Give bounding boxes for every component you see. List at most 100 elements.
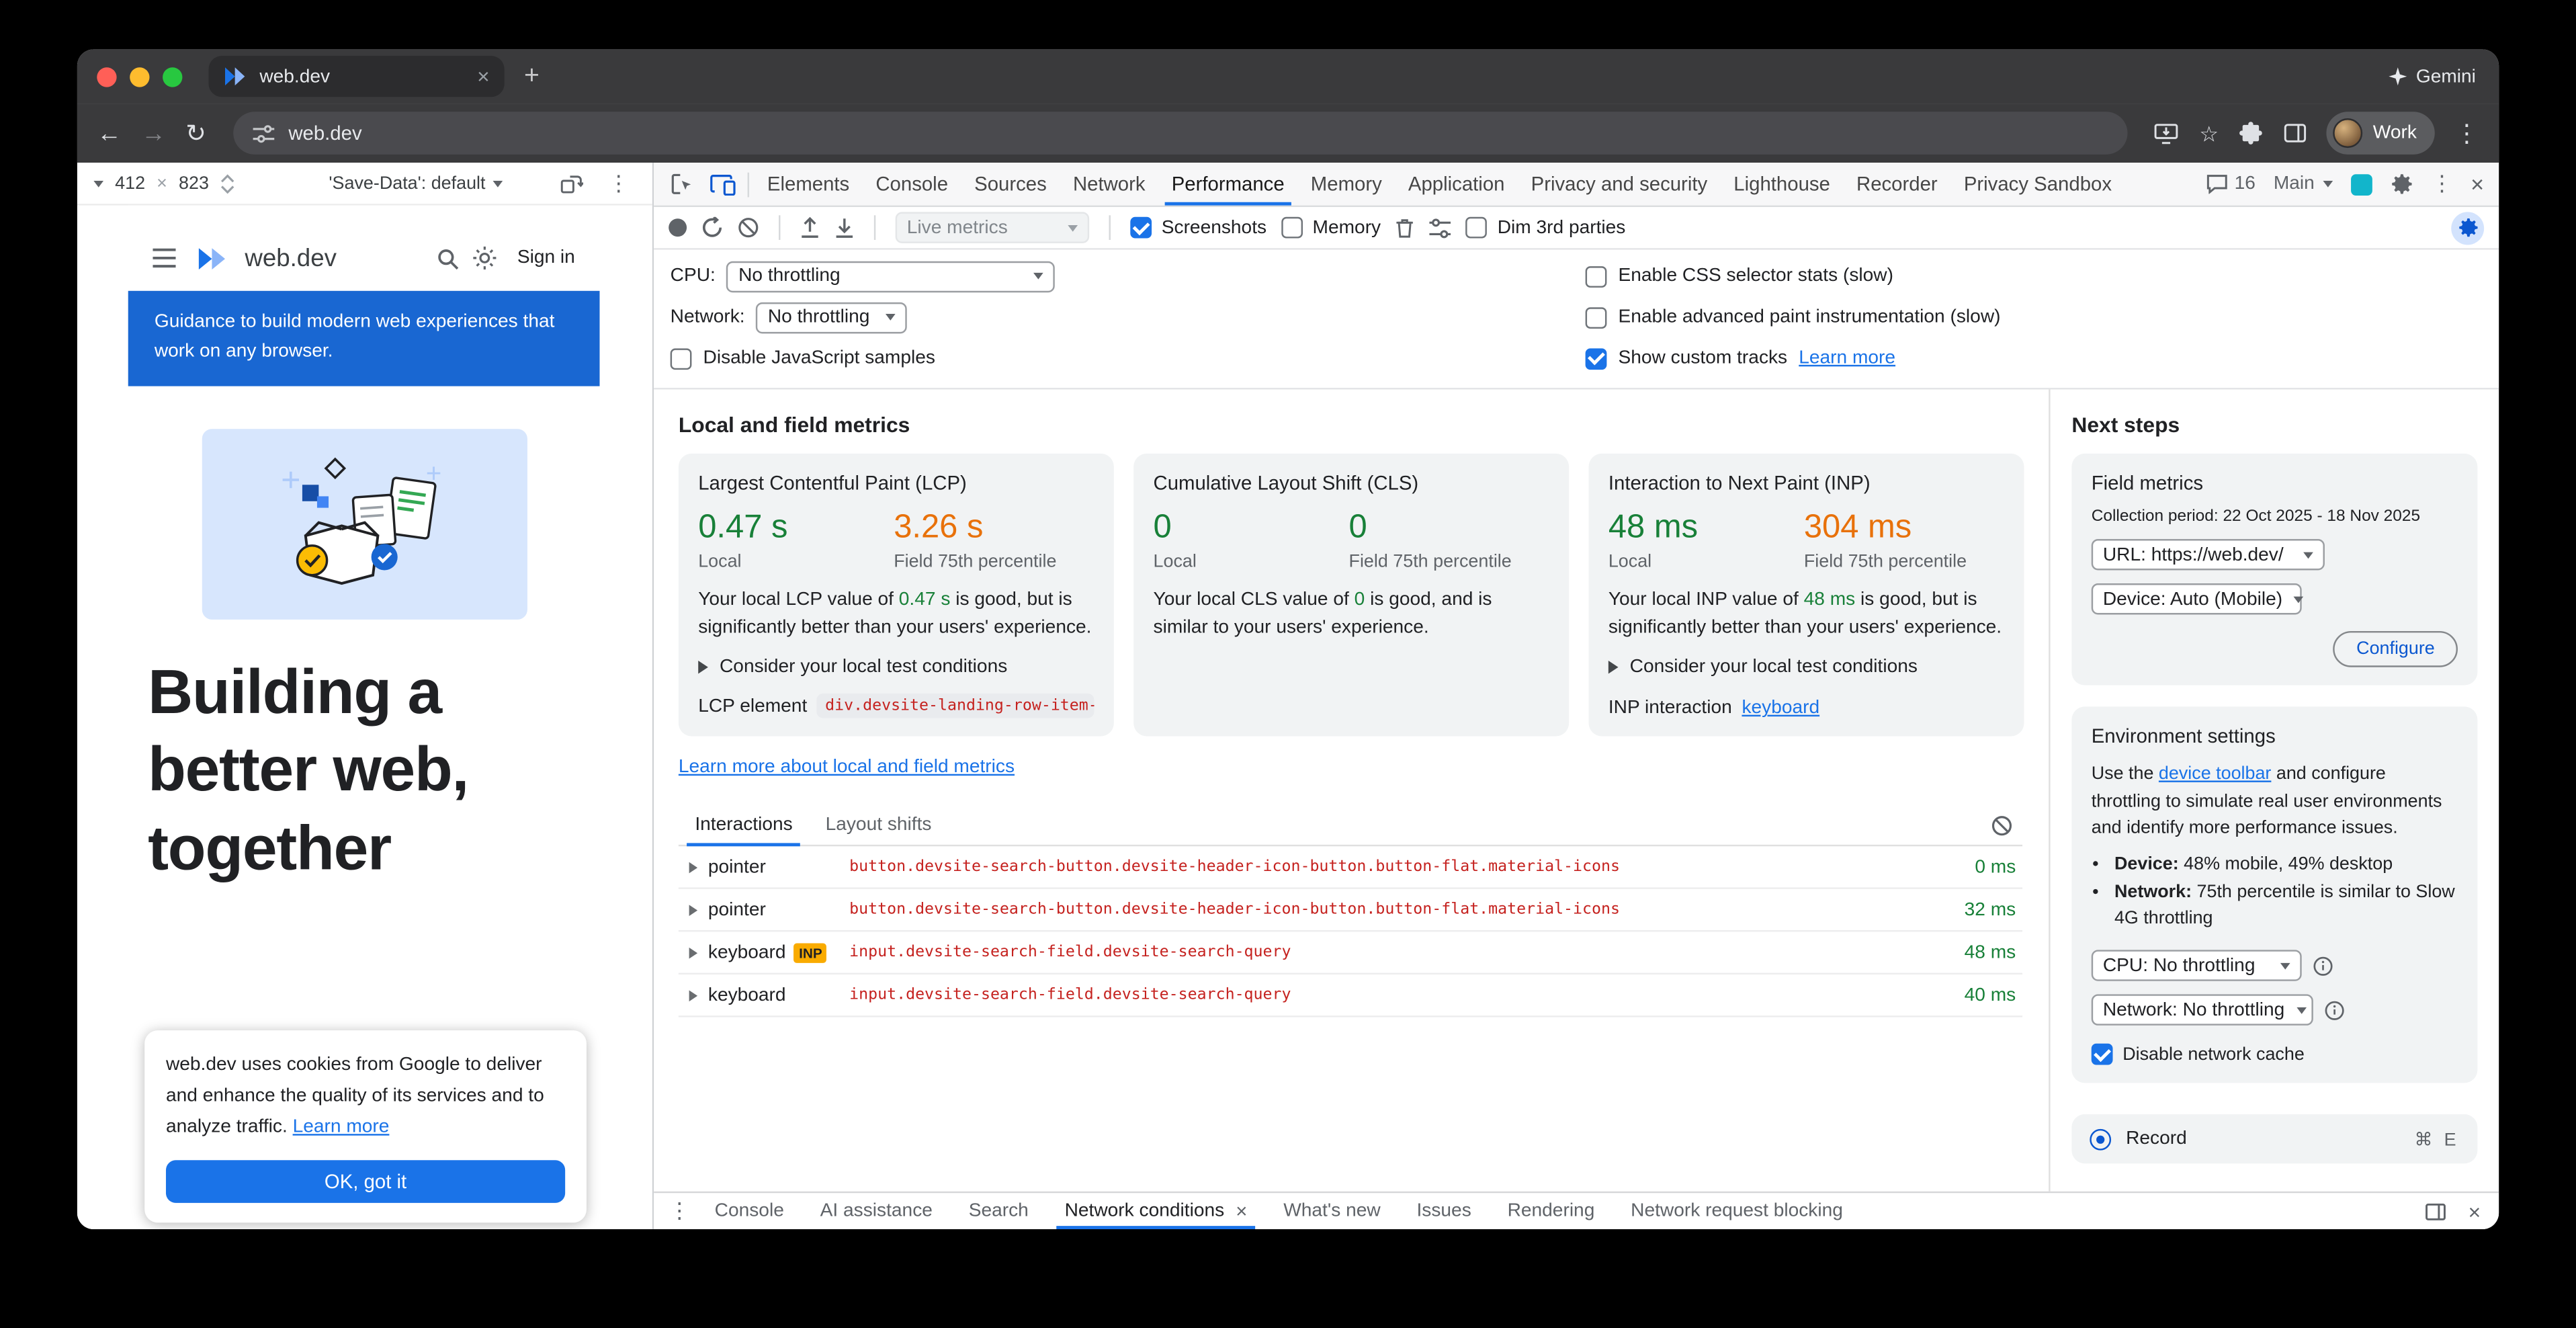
disable-network-cache-checkbox[interactable] bbox=[2092, 1044, 2113, 1065]
record-action[interactable]: Record ⌘ E bbox=[2071, 1115, 2477, 1164]
tab-application[interactable]: Application bbox=[1395, 163, 1518, 206]
tab-privacy-and-security[interactable]: Privacy and security bbox=[1518, 163, 1721, 206]
row-expander-icon[interactable] bbox=[679, 989, 708, 1003]
field-device-select[interactable]: Device: Auto (Mobile) bbox=[2092, 583, 2302, 614]
field-url-select[interactable]: URL: https://web.dev/ bbox=[2092, 539, 2325, 570]
clear-recording-button[interactable] bbox=[738, 217, 759, 239]
close-tab-icon[interactable]: × bbox=[1236, 1200, 1247, 1222]
dimension-stepper-icon[interactable] bbox=[220, 173, 235, 193]
tab-elements[interactable]: Elements bbox=[754, 163, 862, 206]
custom-tracks-learn-more-link[interactable]: Learn more bbox=[1799, 348, 1895, 368]
site-info-icon[interactable] bbox=[253, 124, 274, 142]
drawer-tab-console[interactable]: Console bbox=[697, 1193, 802, 1229]
interaction-row[interactable]: pointer button.devsite-search-button.dev… bbox=[679, 847, 2022, 890]
save-data-select[interactable]: 'Save-Data': default bbox=[329, 173, 503, 193]
tab-sources[interactable]: Sources bbox=[961, 163, 1060, 206]
new-tab-button[interactable]: + bbox=[524, 62, 540, 91]
cookie-accept-button[interactable]: OK, got it bbox=[166, 1160, 565, 1203]
lcp-test-conditions-expander[interactable]: Consider your local test conditions bbox=[698, 658, 1094, 677]
record-and-reload-button[interactable] bbox=[701, 217, 723, 239]
tab-privacy-sandbox[interactable]: Privacy Sandbox bbox=[1950, 163, 2124, 206]
install-icon[interactable] bbox=[2153, 122, 2178, 144]
drawer-tab-network-conditions[interactable]: Network conditions × bbox=[1047, 1193, 1266, 1229]
extensions-icon[interactable] bbox=[2240, 122, 2263, 144]
reload-icon[interactable]: ↻ bbox=[185, 121, 206, 146]
advanced-paint-checkbox[interactable] bbox=[1586, 306, 1607, 328]
drawer-close-icon[interactable]: × bbox=[2468, 1199, 2481, 1224]
sign-in-link[interactable]: Sign in bbox=[517, 248, 575, 267]
tab-performance[interactable]: Performance bbox=[1158, 163, 1297, 206]
tab-console[interactable]: Console bbox=[863, 163, 961, 206]
drawer-menu-icon[interactable]: ⋮ bbox=[669, 1198, 690, 1225]
clear-log-icon[interactable] bbox=[1991, 815, 2013, 836]
device-list-caret-icon[interactable] bbox=[93, 180, 103, 187]
inp-interaction-link[interactable]: keyboard bbox=[1742, 699, 1819, 718]
cpu-info-icon[interactable] bbox=[2313, 956, 2333, 976]
device-width-input[interactable]: 412 bbox=[115, 173, 145, 193]
live-metrics-select[interactable]: Live metrics bbox=[896, 212, 1090, 243]
devtools-menu-icon[interactable]: ⋮ bbox=[2431, 171, 2452, 197]
row-expander-icon[interactable] bbox=[679, 946, 708, 960]
tab-recorder[interactable]: Recorder bbox=[1843, 163, 1950, 206]
window-minimize-button[interactable] bbox=[130, 67, 149, 86]
theme-toggle-icon[interactable] bbox=[473, 247, 496, 269]
device-toolbar-toggle-button[interactable] bbox=[701, 163, 742, 206]
screenshots-checkbox[interactable] bbox=[1130, 217, 1152, 239]
tab-lighthouse[interactable]: Lighthouse bbox=[1721, 163, 1844, 206]
tab-layout-shifts[interactable]: Layout shifts bbox=[809, 806, 948, 845]
tab-close-icon[interactable]: × bbox=[477, 66, 490, 87]
device-menu-icon[interactable]: ⋮ bbox=[608, 170, 630, 196]
capture-settings-toggle[interactable] bbox=[2451, 211, 2484, 244]
site-brand[interactable]: web.dev bbox=[245, 244, 337, 272]
metrics-learn-more-link[interactable]: Learn more about local and field metrics bbox=[679, 758, 1015, 778]
interaction-row[interactable]: keyboard input.devsite-search-field.devs… bbox=[679, 975, 2022, 1018]
forward-icon[interactable]: → bbox=[141, 121, 166, 146]
tab-memory[interactable]: Memory bbox=[1297, 163, 1395, 206]
cookie-learn-more-link[interactable]: Learn more bbox=[293, 1118, 390, 1137]
drawer-tab-search[interactable]: Search bbox=[951, 1193, 1047, 1229]
inspect-element-button[interactable] bbox=[660, 163, 701, 206]
load-profile-button[interactable] bbox=[800, 217, 820, 239]
address-bar[interactable]: web.dev bbox=[232, 112, 2127, 155]
configure-button[interactable]: Configure bbox=[2333, 631, 2458, 667]
back-icon[interactable]: ← bbox=[97, 121, 122, 146]
disable-js-samples-checkbox[interactable] bbox=[671, 347, 692, 369]
dim-3rd-parties-checkbox[interactable] bbox=[1466, 217, 1488, 239]
gemini-button[interactable]: Gemini bbox=[2388, 67, 2476, 86]
device-height-input[interactable]: 823 bbox=[179, 173, 209, 193]
interaction-row[interactable]: pointer button.devsite-search-button.dev… bbox=[679, 890, 2022, 933]
search-icon[interactable] bbox=[437, 247, 458, 269]
lcp-element-chip[interactable]: div.devsite-landing-row-item-d… bbox=[817, 694, 1094, 719]
browser-menu-icon[interactable]: ⋮ bbox=[2454, 118, 2479, 148]
inp-test-conditions-expander[interactable]: Consider your local test conditions bbox=[1608, 658, 2004, 677]
profile-chip[interactable]: Work bbox=[2327, 112, 2434, 155]
css-selector-stats-checkbox[interactable] bbox=[1586, 265, 1607, 287]
show-custom-tracks-checkbox[interactable] bbox=[1586, 347, 1607, 369]
env-network-select[interactable]: Network: No throttling bbox=[2092, 995, 2313, 1026]
drawer-tab-network-request-blocking[interactable]: Network request blocking bbox=[1613, 1193, 1861, 1229]
console-message-indicator[interactable]: 16 bbox=[2206, 174, 2256, 194]
env-cpu-select[interactable]: CPU: No throttling bbox=[2092, 950, 2302, 981]
capture-sliders-icon[interactable] bbox=[1430, 218, 1451, 237]
devtools-close-icon[interactable]: × bbox=[2471, 171, 2484, 197]
row-expander-icon[interactable] bbox=[679, 861, 708, 874]
window-close-button[interactable] bbox=[97, 67, 116, 86]
side-panel-icon[interactable] bbox=[2284, 123, 2307, 142]
dock-panel-icon[interactable] bbox=[2425, 1202, 2447, 1220]
hamburger-menu-icon[interactable] bbox=[153, 248, 175, 267]
network-info-icon[interactable] bbox=[2325, 1001, 2344, 1020]
devtools-settings-gear-icon[interactable] bbox=[2390, 173, 2413, 196]
drawer-tab-issues[interactable]: Issues bbox=[1399, 1193, 1490, 1229]
device-toolbar-link[interactable]: device toolbar bbox=[2159, 764, 2271, 784]
record-button[interactable] bbox=[669, 218, 687, 237]
execution-context-select[interactable]: Main bbox=[2274, 174, 2333, 194]
drawer-tab-whats-new[interactable]: What's new bbox=[1265, 1193, 1398, 1229]
collect-garbage-icon[interactable] bbox=[1396, 217, 1415, 239]
tab-interactions[interactable]: Interactions bbox=[679, 806, 809, 845]
drawer-tab-ai-assistance[interactable]: AI assistance bbox=[802, 1193, 951, 1229]
save-profile-button[interactable] bbox=[834, 217, 854, 239]
bookmark-star-icon[interactable]: ☆ bbox=[2199, 122, 2219, 144]
memory-checkbox[interactable] bbox=[1281, 217, 1303, 239]
network-throttling-select[interactable]: No throttling bbox=[757, 302, 908, 333]
window-zoom-button[interactable] bbox=[163, 67, 182, 86]
